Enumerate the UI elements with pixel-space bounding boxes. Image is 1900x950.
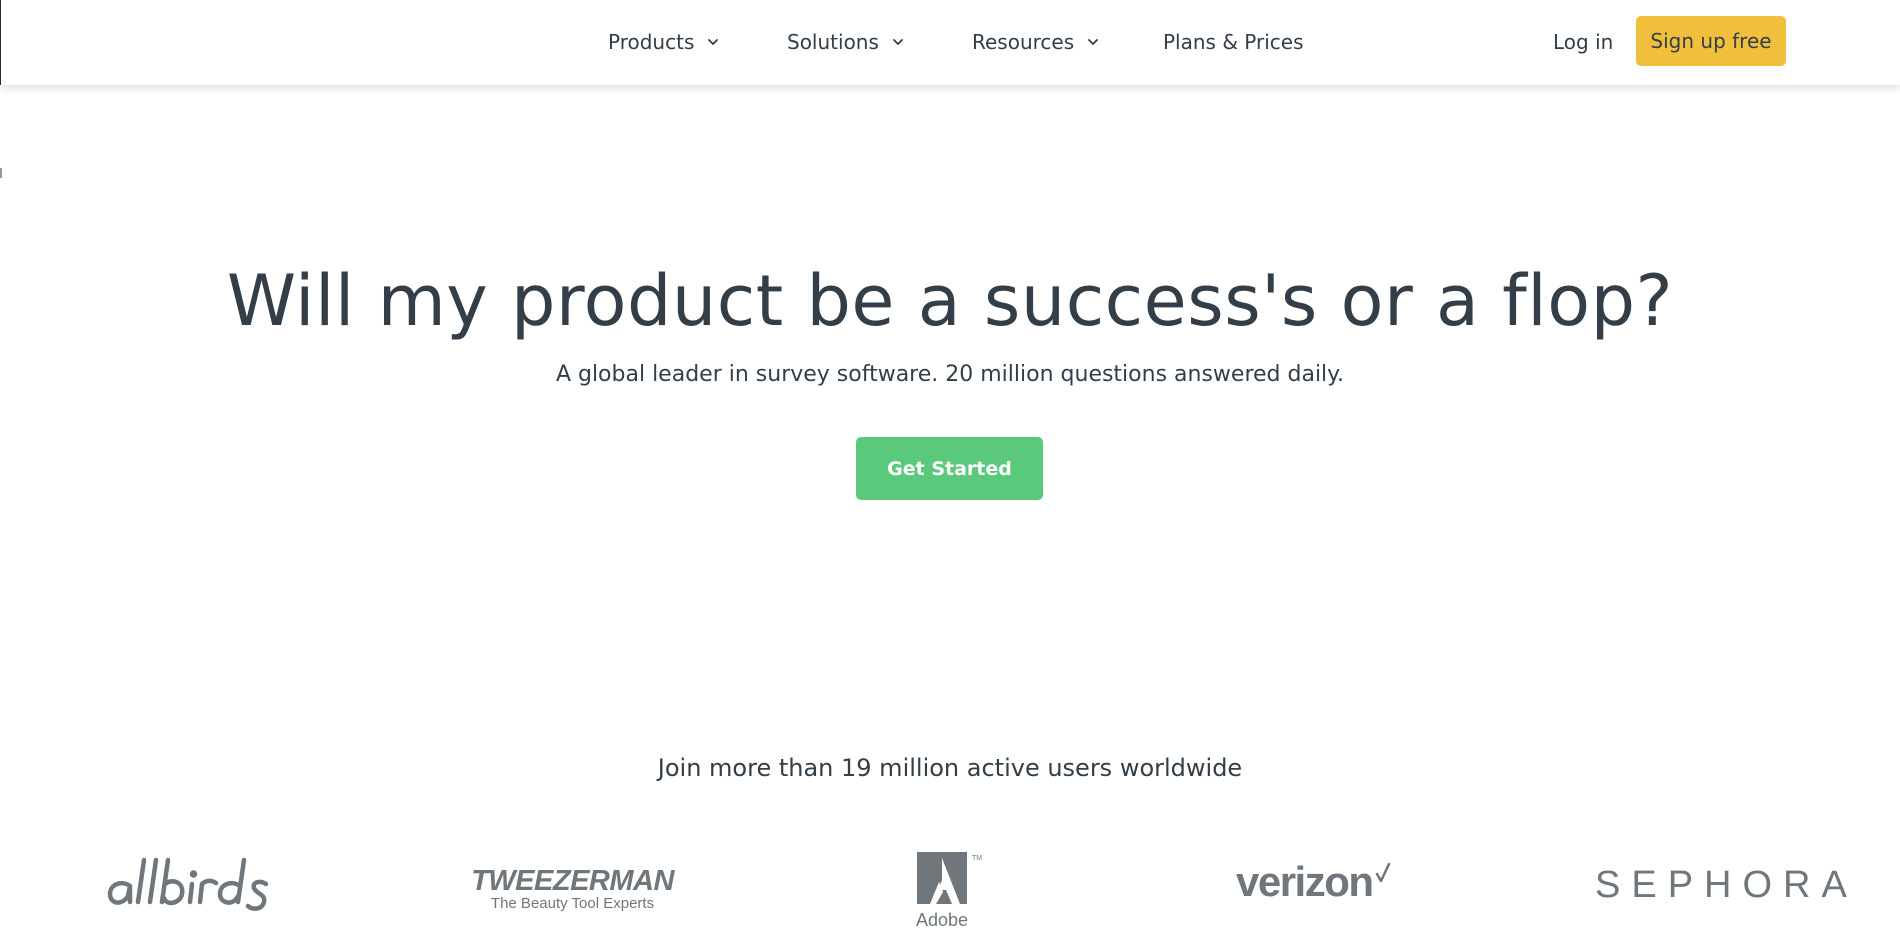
signup-button[interactable]: Sign up free <box>1636 16 1786 66</box>
checkmark-icon <box>1375 862 1390 883</box>
nav-plans-prices-label: Plans & Prices <box>1163 30 1304 54</box>
edge-marker <box>0 168 2 178</box>
login-link[interactable]: Log in <box>1553 27 1613 57</box>
top-navbar: Products Solutions Resources Plans & Pri… <box>0 0 1900 85</box>
nav-resources-label: Resources <box>972 30 1075 54</box>
nav-products-label: Products <box>608 30 695 54</box>
window-edge <box>0 0 1 85</box>
login-label: Log in <box>1553 30 1614 54</box>
signup-label: Sign up free <box>1650 29 1772 53</box>
adobe-wordmark: Adobe <box>916 910 968 930</box>
sephora-wordmark: SEPHORA <box>1595 864 1858 906</box>
adobe-logo: TM Adobe <box>912 850 982 930</box>
hero-subtitle: A global leader in survey software. 20 m… <box>555 362 1345 387</box>
chevron-down-icon <box>893 39 903 45</box>
allbirds-logo <box>104 850 284 920</box>
get-started-label: Get Started <box>887 457 1012 480</box>
nav-products[interactable]: Products <box>608 27 720 57</box>
allbirds-logo-graphic <box>107 857 269 911</box>
nav-resources[interactable]: Resources <box>972 27 1100 57</box>
page: Products Solutions Resources Plans & Pri… <box>0 0 1900 950</box>
social-proof-heading: Join more than 19 million active users w… <box>657 754 1243 782</box>
hero-title: Will my product be a success's or a flop… <box>226 260 1674 342</box>
get-started-button[interactable]: Get Started <box>856 437 1043 500</box>
sephora-logo: SEPHORA <box>1595 864 1847 914</box>
chevron-down-icon <box>1088 39 1099 45</box>
nav-plans-prices[interactable]: Plans & Prices <box>1163 27 1304 57</box>
tweezerman-tagline: The Beauty Tool Experts <box>490 895 655 912</box>
chevron-down-icon <box>708 39 719 45</box>
verizon-logo: verizon <box>1236 858 1416 918</box>
nav-solutions[interactable]: Solutions <box>787 27 905 57</box>
nav-solutions-label: Solutions <box>787 30 879 54</box>
verizon-wordmark: verizon <box>1236 858 1374 905</box>
svg-text:TM: TM <box>972 855 982 862</box>
adobe-logo-graphic: TM Adobe <box>916 852 982 930</box>
tweezerman-logo: TWEEZERMAN The Beauty Tool Experts <box>470 866 675 916</box>
tweezerman-wordmark: TWEEZERMAN <box>471 865 674 897</box>
